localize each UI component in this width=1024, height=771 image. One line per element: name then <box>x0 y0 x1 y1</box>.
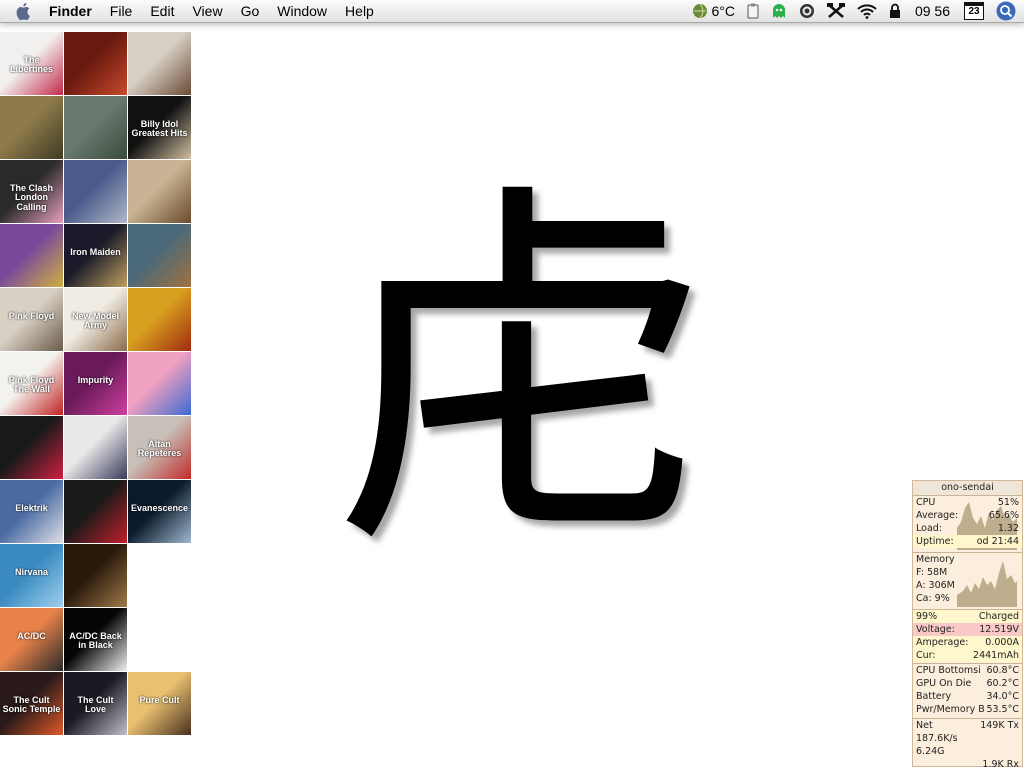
album-cover[interactable]: The Libertines <box>0 32 63 95</box>
battery-status-row: 99% Charged <box>913 610 1022 623</box>
cpu-load-row: Load: 1.32 <box>916 523 1019 534</box>
battery-section: 99% Charged Voltage: 12.519V Amperage: 0.00… <box>913 610 1022 664</box>
album-cover[interactable]: Altan Repeteres <box>128 416 191 479</box>
album-title: Nirvana <box>14 567 49 577</box>
temp-row: Battery 34.0°C <box>916 691 1019 702</box>
album-title: Altan Repeteres <box>137 439 182 459</box>
amperage-row: Amperage: 0.000A <box>913 636 1022 649</box>
album-title: Evanescence <box>130 503 189 513</box>
tools-icon[interactable] <box>826 0 845 22</box>
album-cover[interactable]: Evanescence <box>128 480 191 543</box>
memory-label: Memory <box>916 554 955 565</box>
album-cover[interactable]: Billy Idol Greatest Hits <box>128 96 191 159</box>
menu-finder[interactable]: Finder <box>41 0 101 22</box>
net-total-row: 6.24G <box>916 746 945 757</box>
memory-cache: Ca: 9% <box>916 593 950 604</box>
kanji-character: 虍 <box>332 153 712 596</box>
uptime-row: Uptime: od 21:44 <box>913 535 1022 548</box>
cpu-section: CPU 51% Average: 65.6% Load: 1.32 Uptime: od… <box>913 496 1022 553</box>
album-cover[interactable]: Elektrik <box>0 480 63 543</box>
clock[interactable]: 09 56 <box>915 0 950 22</box>
album-title: Impurity <box>77 375 114 385</box>
album-cover[interactable]: AC/DC <box>0 608 63 671</box>
memory-section: Memory F: 58M A: 306M Ca: 9% <box>913 553 1022 610</box>
album-cover[interactable]: The Clash London Calling <box>0 160 63 223</box>
album-cover[interactable] <box>128 160 191 223</box>
album-title: New Model Army <box>71 311 119 331</box>
temp-row: CPU Bottomsi 60.8°C <box>916 665 1019 676</box>
album-cover[interactable] <box>64 32 127 95</box>
album-cover[interactable] <box>64 416 127 479</box>
monitor-host: ono-sendai <box>913 481 1022 496</box>
album-cover[interactable] <box>64 480 127 543</box>
network-section: Net 149K Tx 187.6K/s 6.24G 1.9K Rx <box>913 719 1022 771</box>
album-cover[interactable] <box>0 96 63 159</box>
album-title: Elektrik <box>15 503 48 513</box>
weather-icon[interactable] <box>692 0 708 22</box>
lock-icon[interactable] <box>889 0 901 22</box>
album-cover[interactable]: New Model Army <box>64 288 127 351</box>
album-title: Billy Idol Greatest Hits <box>131 119 188 139</box>
album-cover[interactable] <box>128 352 191 415</box>
album-cover[interactable] <box>64 160 127 223</box>
memory-free: F: 58M <box>916 567 948 578</box>
album-cover[interactable]: Pink Floyd <box>0 288 63 351</box>
album-cover[interactable] <box>0 224 63 287</box>
album-cover[interactable] <box>128 32 191 95</box>
album-cover[interactable] <box>128 224 191 287</box>
system-monitor: ono-sendai CPU 51% Average: 65.6% Load: 1.3… <box>912 480 1023 770</box>
menu-file[interactable]: File <box>101 0 142 22</box>
album-title: AC/DC Back in Black <box>69 631 122 651</box>
calendar-icon[interactable]: 23 <box>964 0 984 22</box>
album-cover[interactable] <box>128 288 191 351</box>
album-cover[interactable]: Pure Cult <box>128 672 191 735</box>
album-title: Pink Floyd The Wall <box>8 375 55 395</box>
spotlight-icon[interactable] <box>996 0 1016 22</box>
album-title: Iron Maiden <box>70 247 121 257</box>
memory-active: A: 306M <box>916 580 955 591</box>
album-title: Pink Floyd <box>8 311 55 321</box>
album-cover[interactable]: Impurity <box>64 352 127 415</box>
temperature-section: CPU Bottomsi 60.8°C GPU On Die 60.2°C Batt… <box>913 664 1022 719</box>
album-cover[interactable]: Iron Maiden <box>64 224 127 287</box>
album-title: The Cult Love <box>77 695 114 715</box>
clipboard-icon[interactable] <box>747 0 759 22</box>
menu-help[interactable]: Help <box>336 0 383 22</box>
album-cover[interactable] <box>0 416 63 479</box>
album-title: AC/DC <box>17 631 46 641</box>
album-cover[interactable]: The Cult Love <box>64 672 127 735</box>
album-cover[interactable] <box>64 96 127 159</box>
menu-view[interactable]: View <box>183 0 231 22</box>
temperature-readout[interactable]: 6°C <box>711 0 735 22</box>
album-title: Pure Cult <box>139 695 180 705</box>
current-row: Cur: 2441mAh <box>913 649 1022 662</box>
album-cover[interactable] <box>64 544 127 607</box>
wifi-icon[interactable] <box>857 0 877 22</box>
album-title: The Clash London Calling <box>9 183 53 212</box>
menu-edit[interactable]: Edit <box>141 0 183 22</box>
album-cover[interactable]: Nirvana <box>0 544 63 607</box>
menu-go[interactable]: Go <box>232 0 269 22</box>
voltage-row: Voltage: 12.519V <box>913 623 1022 636</box>
net-rx-row: 1.9K Rx <box>982 759 1019 770</box>
settings-icon[interactable] <box>799 0 815 22</box>
temp-row: GPU On Die 60.2°C <box>916 678 1019 689</box>
album-cover[interactable]: AC/DC Back in Black <box>64 608 127 671</box>
net-tx-row: Net 149K Tx <box>916 720 1019 731</box>
cpu-row: CPU 51% <box>916 497 1019 508</box>
ghost-icon[interactable] <box>771 0 787 22</box>
temp-row: Pwr/Memory B 53.5°C <box>916 704 1019 715</box>
album-title: The Cult Sonic Temple <box>2 695 61 715</box>
calendar-day: 23 <box>968 6 980 17</box>
menu-bar: Finder File Edit View Go Window Help 6°C… <box>0 0 1024 23</box>
cpu-average-row: Average: 65.6% <box>916 510 1019 521</box>
album-cover[interactable]: The Cult Sonic Temple <box>0 672 63 735</box>
net-rate-row: 187.6K/s <box>916 733 958 744</box>
menu-window[interactable]: Window <box>268 0 336 22</box>
album-cover[interactable]: Pink Floyd The Wall <box>0 352 63 415</box>
apple-icon[interactable] <box>13 2 35 20</box>
album-title: The Libertines <box>9 55 53 75</box>
